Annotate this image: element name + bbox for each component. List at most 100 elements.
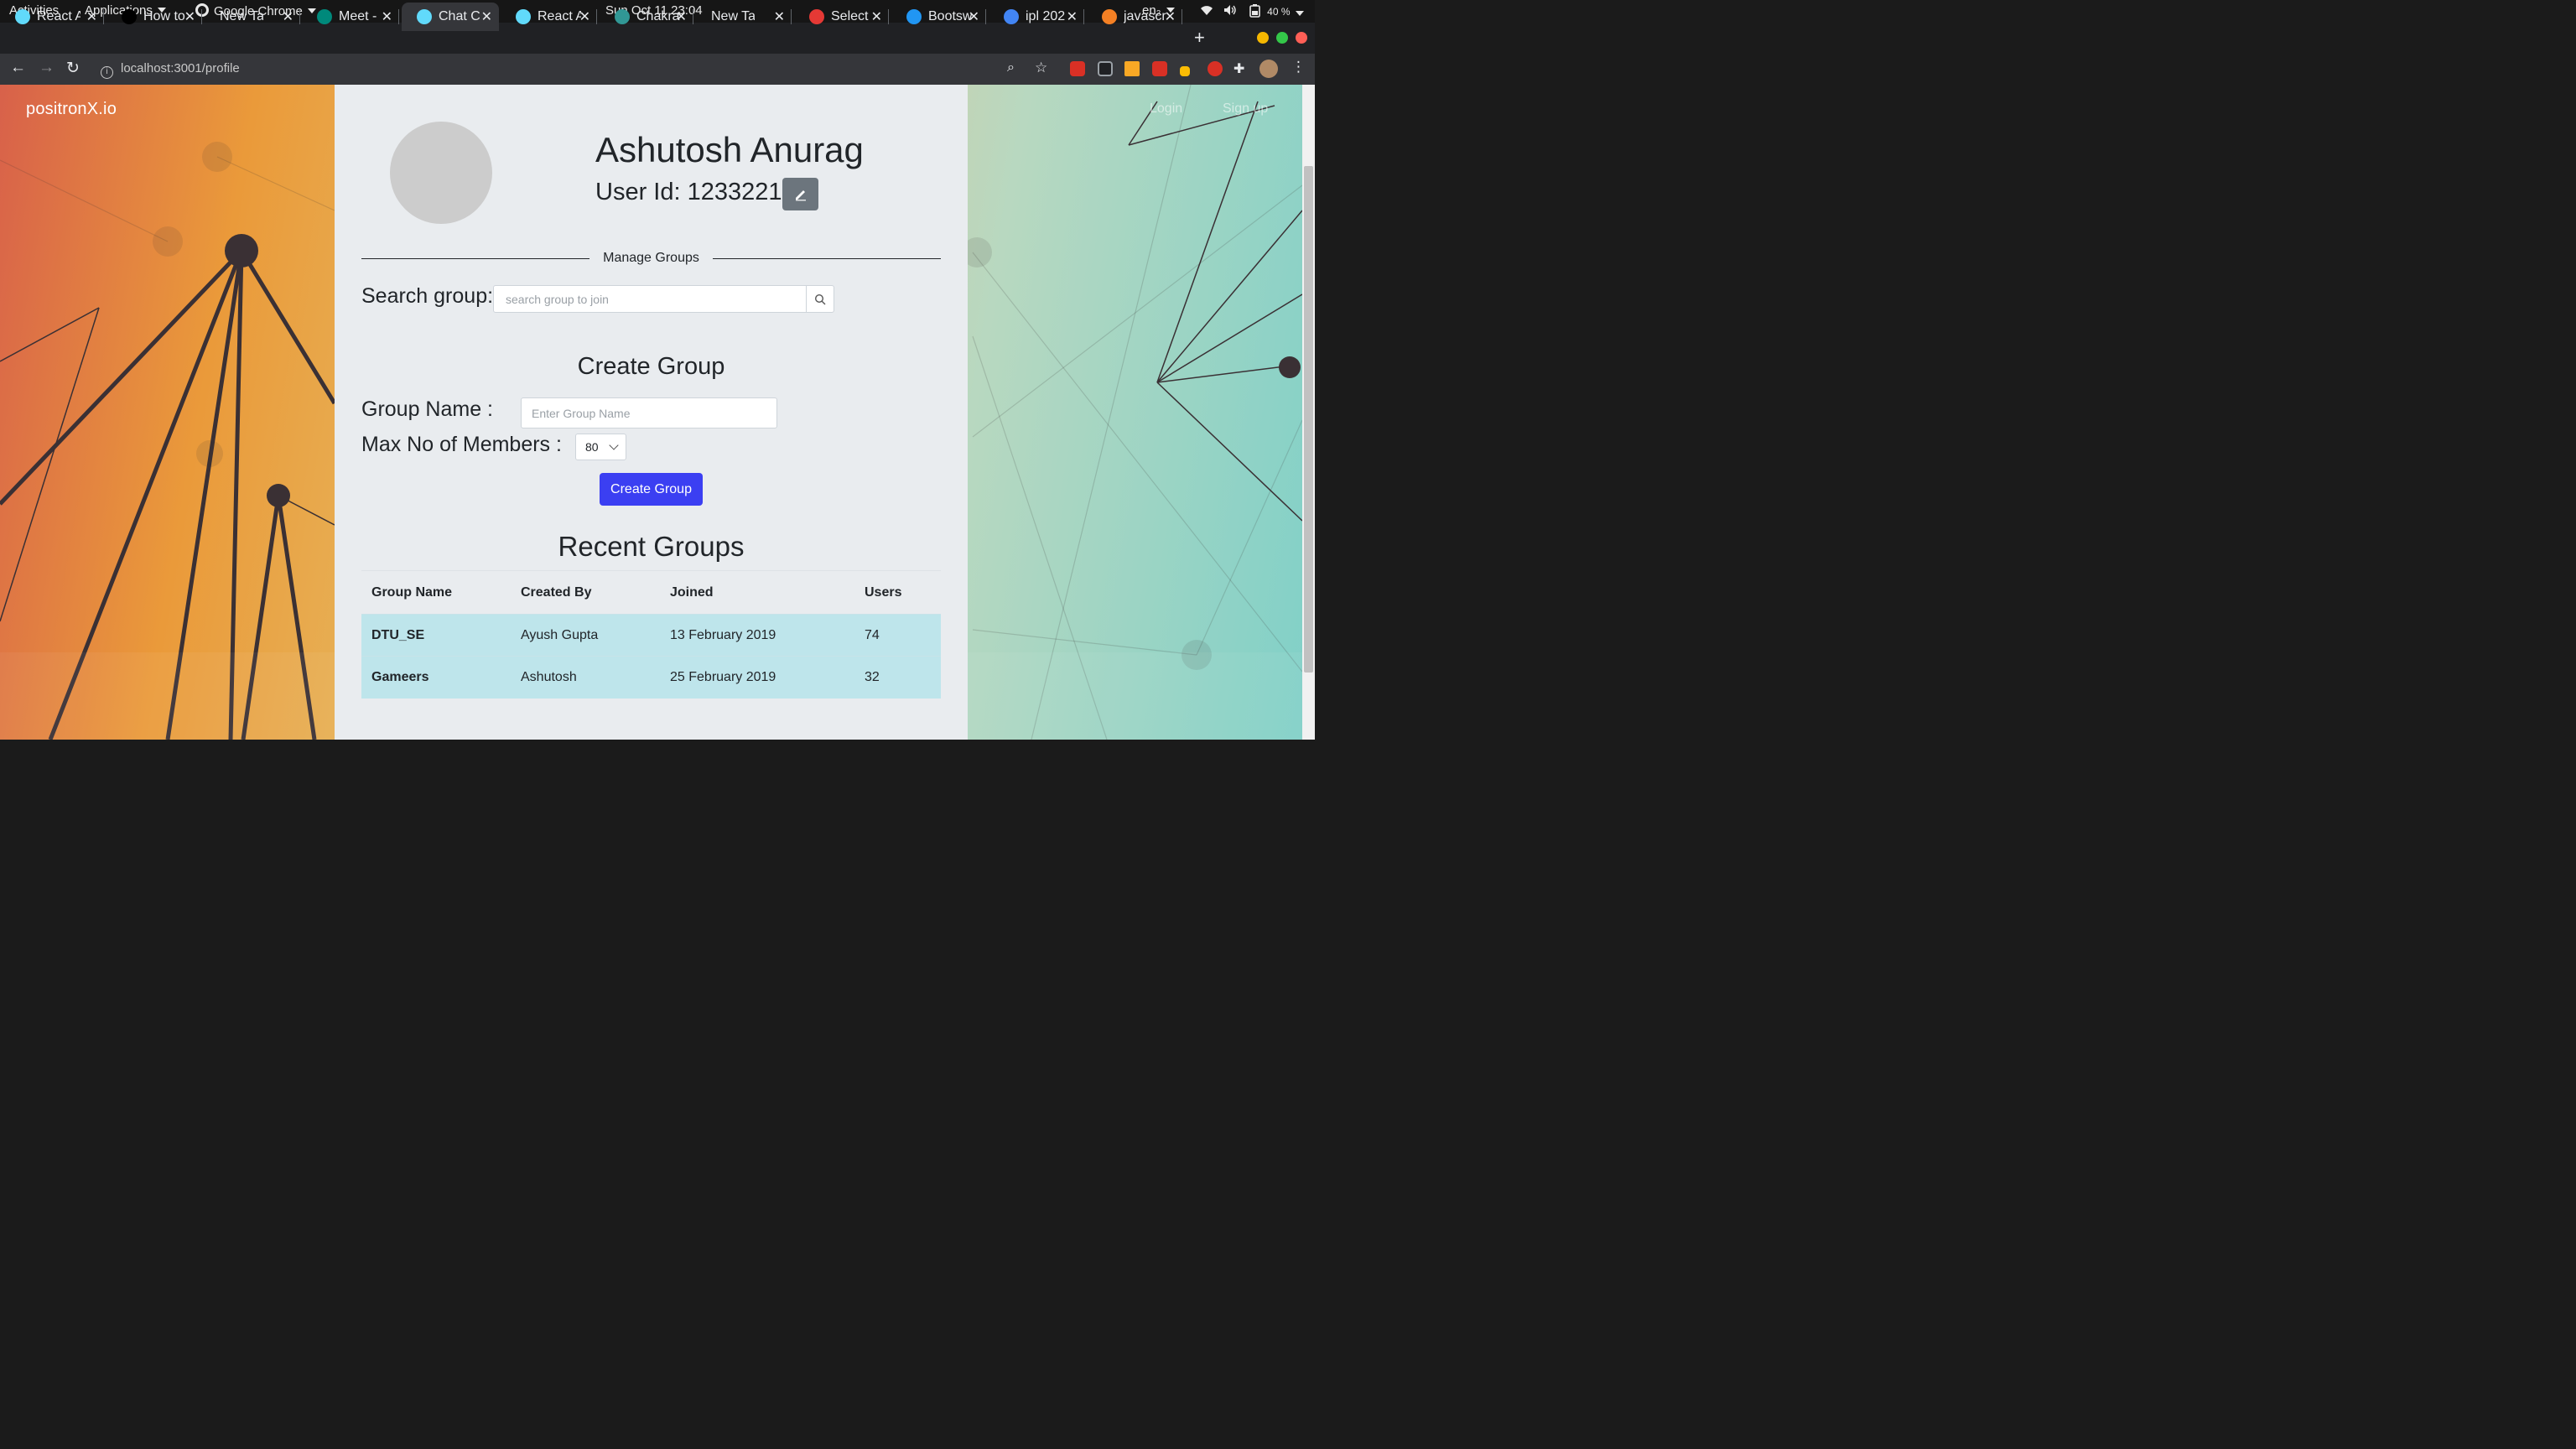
- caret-down-icon: [1295, 11, 1304, 16]
- max-members-value: 80: [585, 440, 599, 454]
- close-tab-icon[interactable]: ✕: [1067, 8, 1078, 25]
- extension-icon[interactable]: [1124, 61, 1140, 76]
- search-button[interactable]: [806, 285, 834, 313]
- tab-separator: [103, 9, 104, 24]
- browser-tab[interactable]: Chat C ✕: [402, 3, 499, 31]
- browser-tab[interactable]: React A ✕: [501, 3, 597, 31]
- bootswatch-icon: [906, 9, 922, 24]
- browser-tab[interactable]: Select ✕: [794, 3, 889, 31]
- joined-cell: 13 February 2019: [660, 614, 854, 657]
- max-members-select[interactable]: 80: [575, 434, 626, 460]
- brand-logo[interactable]: positronX.io: [26, 100, 117, 119]
- tab-title: Meet -: [339, 9, 377, 23]
- close-window-button[interactable]: [1296, 32, 1307, 44]
- meet-icon: [317, 9, 332, 24]
- close-tab-icon[interactable]: ✕: [86, 8, 97, 25]
- browser-tab[interactable]: New Tab ✕: [696, 3, 792, 31]
- tab-title: New Tab: [711, 9, 755, 23]
- volume-icon[interactable]: [1223, 4, 1237, 19]
- browser-tab[interactable]: How to ✕: [106, 3, 202, 31]
- user-id: User Id: 1233221: [595, 179, 782, 205]
- browser-tab[interactable]: javascr ✕: [1087, 3, 1182, 31]
- menu-dots-icon[interactable]: ⋮: [1291, 59, 1306, 75]
- created-by-cell: Ayush Gupta: [511, 614, 660, 657]
- scrollbar-thumb[interactable]: [1304, 166, 1313, 673]
- search-icon: [814, 293, 826, 304]
- login-link[interactable]: Login: [1150, 101, 1182, 117]
- table-row[interactable]: Gameers Ashutosh 25 February 2019 32: [361, 656, 941, 699]
- pencil-icon: [795, 190, 806, 200]
- profile-avatar-icon[interactable]: [1259, 60, 1278, 78]
- back-icon[interactable]: ←: [10, 59, 26, 77]
- bookmark-star-icon[interactable]: ☆: [1035, 60, 1047, 76]
- created-by-cell: Ashutosh: [511, 656, 660, 699]
- chakra-icon: [615, 9, 630, 24]
- extension-icon[interactable]: [1152, 61, 1167, 76]
- diamond-icon: [809, 9, 824, 24]
- max-members-label: Max No of Members :: [361, 433, 562, 456]
- tab-title: Chakra: [636, 9, 680, 23]
- close-tab-icon[interactable]: ✕: [184, 8, 195, 25]
- extension-icon[interactable]: [1098, 61, 1113, 76]
- column-header: Group Name: [361, 570, 511, 615]
- stackoverflow-icon: [1102, 9, 1117, 24]
- tab-title: Select: [831, 9, 869, 23]
- close-tab-icon[interactable]: ✕: [1165, 8, 1176, 25]
- table-row[interactable]: DTU_SE Ayush Gupta 13 February 2019 74: [361, 614, 941, 657]
- tab-title: Chat C: [439, 9, 480, 23]
- close-tab-icon[interactable]: ✕: [579, 8, 590, 25]
- tab-title: React A: [37, 9, 80, 23]
- tab-title: Bootsw: [928, 9, 972, 23]
- forward-icon[interactable]: →: [39, 59, 55, 77]
- close-tab-icon[interactable]: ✕: [871, 8, 882, 25]
- browser-tab[interactable]: Chakra ✕: [600, 3, 693, 31]
- chevron-down-icon: [609, 440, 619, 450]
- tab-separator: [1083, 9, 1084, 24]
- extension-icon[interactable]: [1208, 61, 1223, 76]
- browser-tab[interactable]: Bootsw ✕: [891, 3, 986, 31]
- battery-label: 40 %: [1267, 6, 1291, 18]
- tab-separator: [299, 9, 300, 24]
- close-tab-icon[interactable]: ✕: [676, 8, 687, 25]
- browser-tab[interactable]: React A ✕: [0, 3, 104, 31]
- wifi-icon[interactable]: [1200, 4, 1213, 19]
- close-tab-icon[interactable]: ✕: [481, 8, 492, 25]
- minimize-button[interactable]: [1257, 32, 1269, 44]
- tab-separator: [596, 9, 597, 24]
- close-tab-icon[interactable]: ✕: [283, 8, 293, 25]
- create-group-button[interactable]: Create Group: [600, 473, 703, 506]
- battery-indicator[interactable]: 40 %: [1249, 4, 1304, 21]
- group-name-cell: Gameers: [361, 656, 511, 699]
- close-tab-icon[interactable]: ✕: [969, 8, 979, 25]
- group-name-input[interactable]: Enter Group Name: [521, 397, 777, 428]
- browser-tab[interactable]: New Tab ✕: [205, 3, 300, 31]
- user-name: Ashutosh Anurag: [595, 130, 864, 169]
- extension-icon[interactable]: [1180, 66, 1190, 76]
- info-icon[interactable]: i: [101, 66, 113, 79]
- column-header: Joined: [660, 570, 854, 615]
- browser-tab[interactable]: ipl 202 ✕: [989, 3, 1084, 31]
- signup-link[interactable]: Sign up: [1223, 101, 1268, 117]
- recent-groups-table: Group Name Created By Joined Users DTU_S…: [361, 570, 941, 699]
- tab-separator: [201, 9, 202, 24]
- search-group-input[interactable]: search group to join: [493, 285, 807, 313]
- puzzle-icon[interactable]: ✚: [1233, 60, 1244, 77]
- edit-profile-button[interactable]: [782, 178, 818, 210]
- tab-separator: [791, 9, 792, 24]
- browser-tab[interactable]: Meet - ✕: [302, 3, 399, 31]
- maximize-button[interactable]: [1276, 32, 1288, 44]
- page-viewport: positronX.io Login Sign up Ashutosh Anur…: [0, 85, 1315, 740]
- zoom-icon[interactable]: ⌕: [1007, 60, 1015, 75]
- close-tab-icon[interactable]: ✕: [774, 8, 785, 25]
- reload-icon[interactable]: ↻: [66, 59, 80, 78]
- browser-toolbar: ← → ↻ i localhost:3001/profile ⌕ ☆ ✚ ⋮: [0, 54, 1315, 85]
- address-bar[interactable]: i localhost:3001/profile: [101, 61, 240, 79]
- table-header-row: Group Name Created By Joined Users: [361, 570, 941, 615]
- group-name-label: Group Name :: [361, 397, 494, 421]
- new-tab-button[interactable]: +: [1194, 27, 1205, 49]
- extension-icon[interactable]: [1070, 61, 1085, 76]
- tab-title: How to: [143, 9, 185, 23]
- close-tab-icon[interactable]: ✕: [382, 8, 392, 25]
- tab-title: New Tab: [220, 9, 263, 23]
- manage-groups-heading: Manage Groups: [603, 251, 699, 265]
